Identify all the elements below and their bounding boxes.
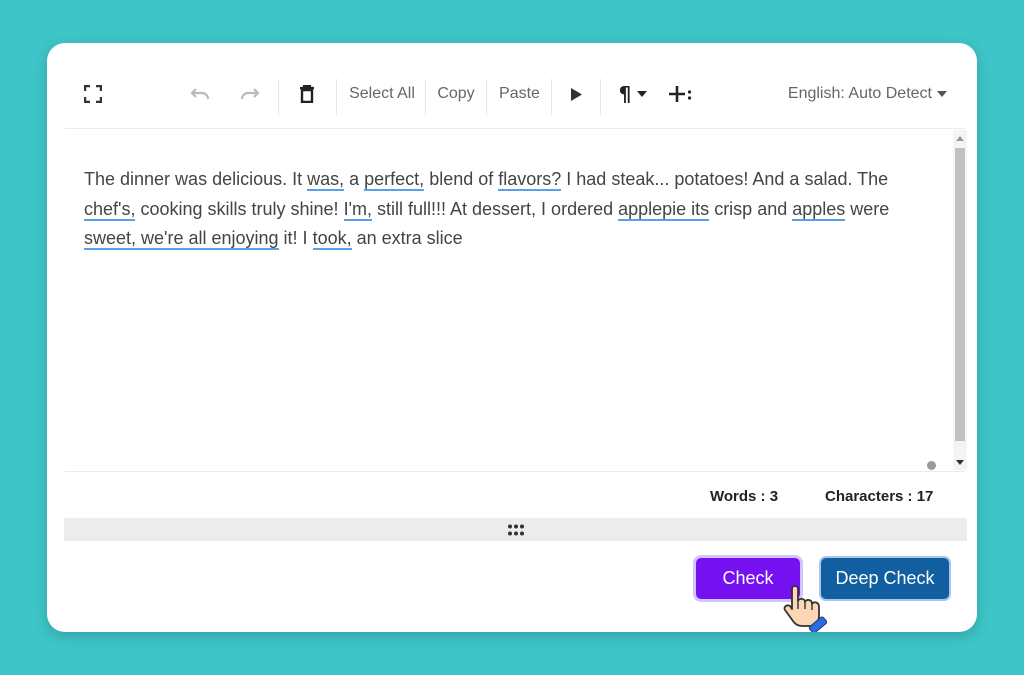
text-editor[interactable]: The dinner was delicious. It was, a perf…: [65, 131, 953, 471]
scroll-down-arrow-icon[interactable]: [953, 454, 967, 470]
flagged-phrase[interactable]: perfect,: [364, 169, 425, 191]
toolbar-divider: [278, 79, 279, 115]
caret-down-icon: [937, 91, 947, 97]
flagged-phrase[interactable]: I'm,: [343, 198, 372, 221]
text-segment: it! I: [278, 228, 313, 248]
flagged-phrase[interactable]: applepie its: [618, 198, 710, 221]
deep-check-button[interactable]: Deep Check: [821, 558, 949, 599]
paragraph-icon: ¶: [618, 82, 632, 106]
flagged-phrase[interactable]: chef's,: [84, 198, 136, 221]
text-segment: were: [845, 198, 890, 219]
scroll-up-arrow-icon[interactable]: [953, 130, 967, 146]
text-segment: I had steak... potatoes! And a salad. Th…: [561, 169, 889, 189]
copy-button[interactable]: Copy: [435, 71, 477, 117]
editor-toolbar: Select All Copy Paste ¶ English: Auto De…: [65, 71, 955, 117]
paste-button[interactable]: Paste: [496, 71, 543, 117]
trash-icon[interactable]: [293, 71, 321, 117]
resize-handle-icon[interactable]: [927, 461, 936, 470]
editor-bottom-line: [65, 471, 965, 472]
text-segment: cooking skills truly shine!: [135, 198, 344, 219]
flagged-phrase[interactable]: flavors?: [498, 169, 562, 191]
editor-scrollbar[interactable]: [953, 130, 967, 470]
undo-icon[interactable]: [185, 71, 215, 117]
grip-dots-icon: [507, 524, 524, 535]
caret-down-icon: [637, 91, 648, 97]
flagged-phrase[interactable]: sweet, we're all enjoying: [84, 228, 279, 250]
language-label: English: Auto Detect: [787, 85, 932, 102]
toolbar-divider: [425, 79, 426, 115]
text-segment: a: [344, 169, 365, 189]
toolbar-divider: [551, 79, 552, 115]
flagged-phrase[interactable]: apples: [792, 198, 846, 221]
hand-pointer-cursor-icon: [778, 583, 834, 632]
language-dropdown[interactable]: English: Auto Detect: [787, 71, 947, 117]
toolbar-divider: [486, 79, 487, 115]
word-count: Words : 3: [710, 488, 779, 505]
toolbar-divider-line: [65, 128, 965, 129]
flagged-phrase[interactable]: took,: [312, 228, 352, 250]
paragraph-dropdown[interactable]: ¶: [613, 71, 653, 117]
flagged-phrase[interactable]: was,: [307, 169, 345, 191]
character-count: Characters : 17: [825, 488, 934, 505]
fullscreen-icon[interactable]: [79, 71, 107, 117]
resize-grip-bar[interactable]: [64, 518, 967, 541]
text-segment: still full!!! At dessert, I ordered: [372, 198, 619, 219]
redo-icon[interactable]: [235, 71, 265, 117]
toolbar-divider: [600, 79, 601, 115]
insert-special-icon[interactable]: [665, 71, 695, 117]
play-icon[interactable]: [564, 71, 588, 117]
text-segment: blend of: [424, 169, 499, 189]
text-segment: crisp and: [709, 198, 793, 219]
select-all-button[interactable]: Select All: [347, 71, 417, 117]
toolbar-divider: [336, 79, 337, 115]
editor-text[interactable]: The dinner was delicious. It was, a perf…: [84, 165, 926, 254]
grammar-checker-card: Select All Copy Paste ¶ English: Auto De…: [47, 43, 977, 632]
text-segment: an extra slice: [351, 228, 463, 248]
scrollbar-thumb[interactable]: [955, 148, 965, 441]
text-segment: The dinner was delicious. It: [84, 169, 308, 189]
